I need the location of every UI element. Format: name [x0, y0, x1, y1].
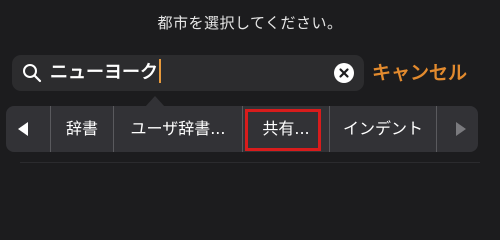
cancel-button[interactable]: キャンセル — [372, 55, 467, 91]
text-caret — [159, 59, 161, 83]
clear-icon[interactable] — [334, 63, 354, 83]
chevron-right-icon — [456, 122, 466, 136]
chevron-left-icon — [18, 122, 28, 136]
search-input-text: ニューヨーク — [50, 62, 158, 83]
menu-prev-button[interactable] — [6, 106, 50, 152]
divider — [20, 162, 480, 163]
menu-next-button[interactable] — [437, 106, 478, 152]
search-icon — [22, 63, 42, 83]
edit-menu: 辞書 ユーザ辞書... 共有... インデント — [6, 106, 478, 152]
menu-item-dictionary[interactable]: 辞書 — [51, 106, 113, 152]
menu-item-indent[interactable]: インデント — [330, 106, 436, 152]
menu-item-share[interactable]: 共有... — [243, 106, 329, 152]
menu-item-user-dictionary[interactable]: ユーザ辞書... — [114, 106, 242, 152]
search-input[interactable]: ニューヨーク — [50, 55, 161, 91]
prompt-title: 都市を選択してください。 — [157, 14, 343, 32]
search-bar[interactable]: ニューヨーク — [12, 55, 364, 91]
